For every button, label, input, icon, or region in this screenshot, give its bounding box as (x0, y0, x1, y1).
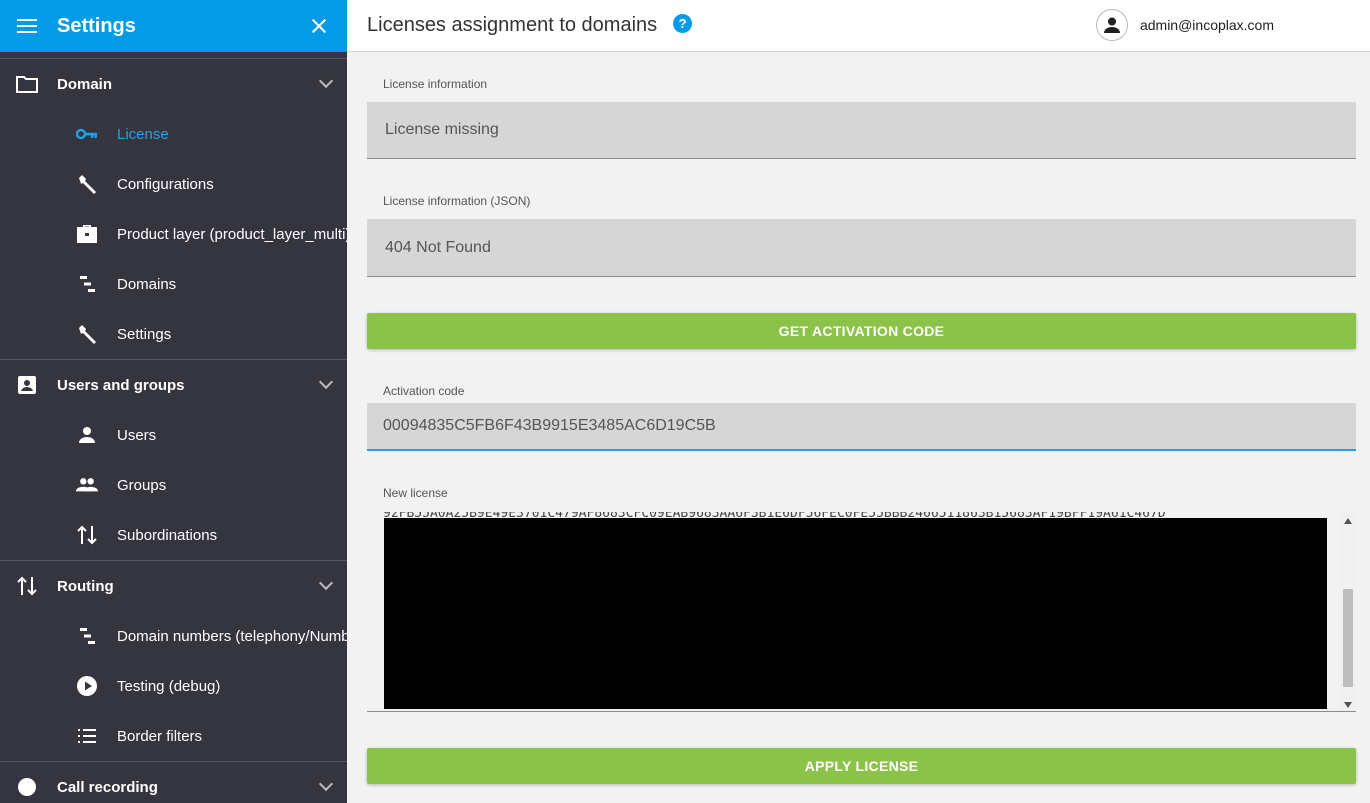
sidebar-item-label: Groups (117, 476, 167, 494)
new-license-textarea[interactable]: 92FB55A0A25B9E49E3701C479AF8683CFC09EAB9… (367, 512, 1356, 712)
get-activation-code-button[interactable]: GET ACTIVATION CODE (367, 313, 1356, 349)
tree-icon (76, 625, 98, 647)
sidebar-item-testing[interactable]: Testing (debug) (0, 661, 347, 711)
chevron-down-icon[interactable] (318, 776, 334, 792)
new-license-label: New license (383, 486, 448, 500)
key-icon (76, 123, 98, 145)
license-info-field: License missing (367, 102, 1356, 159)
avatar[interactable] (1095, 9, 1128, 41)
textarea-scrollbar[interactable] (1340, 512, 1356, 711)
tree-icon (76, 273, 98, 295)
folder-icon (16, 73, 38, 95)
sidebar-group-label: Domain (57, 75, 113, 93)
close-icon[interactable] (307, 14, 331, 38)
sidebar-header: Settings (0, 0, 347, 52)
sidebar: Settings Domain License Configurations P… (0, 0, 347, 803)
sidebar-item-settings[interactable]: Settings (0, 309, 347, 359)
chevron-down-icon[interactable] (318, 73, 334, 89)
sidebar-group-users-and-groups[interactable]: Users and groups (0, 360, 347, 410)
sidebar-item-border-filters[interactable]: Border filters (0, 711, 347, 761)
sidebar-item-product-layer[interactable]: Product layer (product_layer_multi) (0, 209, 347, 259)
people-icon (76, 474, 98, 496)
help-icon[interactable]: ? (673, 14, 693, 33)
user-email: admin@incoplax.com (1139, 17, 1274, 33)
person-icon (76, 424, 98, 446)
sidebar-item-label: Domains (117, 275, 177, 293)
sidebar-item-subordinations[interactable]: Subordinations (0, 510, 347, 560)
record-icon (16, 776, 38, 798)
briefcase-icon (76, 223, 98, 245)
sidebar-item-license[interactable]: License (0, 109, 347, 159)
sidebar-item-label: Subordinations (117, 526, 218, 544)
page-title: Licenses assignment to domains (367, 14, 658, 36)
scroll-thumb[interactable] (1343, 589, 1353, 687)
sidebar-item-users[interactable]: Users (0, 410, 347, 460)
wrench-icon (76, 173, 98, 195)
redacted-block (384, 518, 1327, 709)
license-info-label: License information (383, 77, 488, 91)
license-json-field: 404 Not Found (367, 219, 1356, 277)
activation-code-label: Activation code (383, 384, 465, 398)
apply-license-button[interactable]: APPLY LICENSE (367, 748, 1356, 784)
sidebar-item-label: Border filters (117, 727, 203, 745)
swap-vertical-icon (16, 575, 38, 597)
menu-icon[interactable] (16, 15, 38, 37)
sidebar-item-label: Testing (debug) (117, 677, 221, 695)
sidebar-group-label: Routing (57, 577, 114, 595)
top-bar: Licenses assignment to domains ? admin@i… (347, 0, 1370, 52)
sidebar-group-routing[interactable]: Routing (0, 561, 347, 611)
sidebar-item-label: Product layer (product_layer_multi) (117, 225, 347, 243)
sidebar-item-label: Domain numbers (telephony/Numbers) (117, 627, 347, 645)
license-json-label: License information (JSON) (383, 194, 531, 208)
sidebar-item-domains[interactable]: Domains (0, 259, 347, 309)
sidebar-item-groups[interactable]: Groups (0, 460, 347, 510)
sidebar-nav: Domain License Configurations Product la… (0, 58, 347, 803)
sidebar-item-label: Users (117, 426, 157, 444)
sidebar-item-label: Configurations (117, 175, 214, 193)
sidebar-group-domain[interactable]: Domain (0, 59, 347, 109)
play-circle-icon (76, 675, 98, 697)
sidebar-group-label: Users and groups (57, 376, 185, 394)
user-menu[interactable]: admin@incoplax.com (1095, 9, 1274, 41)
swap-vertical-icon (76, 524, 98, 546)
contact-icon (16, 374, 38, 396)
sidebar-item-configurations[interactable]: Configurations (0, 159, 347, 209)
chevron-down-icon[interactable] (318, 374, 334, 390)
sidebar-item-label: License (117, 125, 169, 143)
scroll-down-icon[interactable] (1344, 702, 1352, 708)
sidebar-group-call-recording[interactable]: Call recording (0, 762, 347, 803)
chevron-down-icon[interactable] (318, 575, 334, 591)
sidebar-title: Settings (57, 14, 136, 37)
list-icon (76, 725, 98, 747)
sidebar-item-domain-numbers[interactable]: Domain numbers (telephony/Numbers) (0, 611, 347, 661)
wrench-icon (76, 323, 98, 345)
activation-code-input[interactable]: 00094835C5FB6F43B9915E3485AC6D19C5B (367, 403, 1356, 451)
sidebar-item-label: Settings (117, 325, 172, 343)
scroll-up-icon[interactable] (1344, 518, 1352, 524)
sidebar-group-label: Call recording (57, 778, 158, 796)
